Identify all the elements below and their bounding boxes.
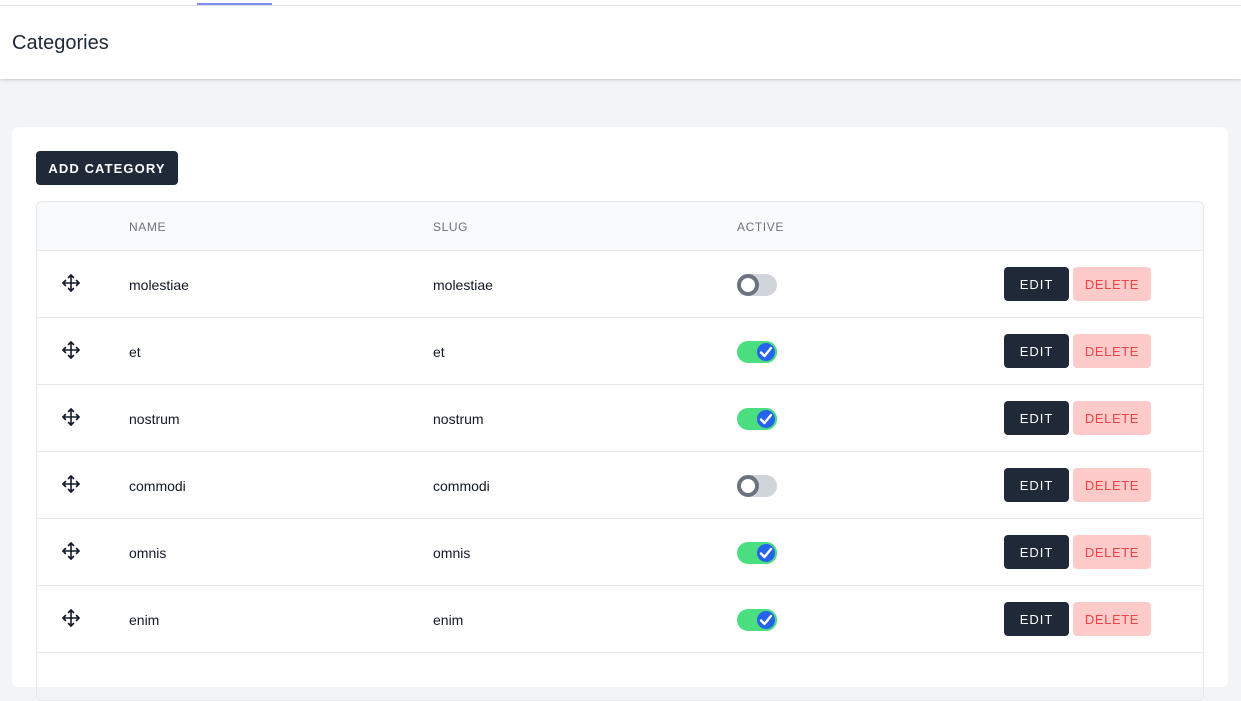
delete-button[interactable]: DELETE bbox=[1073, 267, 1151, 301]
category-name: et bbox=[129, 344, 141, 360]
drag-handle-icon[interactable] bbox=[61, 340, 81, 360]
edit-button[interactable]: EDIT bbox=[1004, 468, 1069, 502]
categories-table: NAME SLUG ACTIVE molestiae molestiae EDIT D… bbox=[36, 201, 1204, 701]
drag-handle-icon[interactable] bbox=[61, 474, 81, 494]
table-row: enim enim EDIT DELETE bbox=[37, 586, 1203, 653]
active-toggle[interactable] bbox=[737, 609, 777, 631]
active-toggle[interactable] bbox=[737, 341, 777, 363]
category-name: omnis bbox=[129, 545, 167, 561]
category-name: nostrum bbox=[129, 411, 180, 427]
drag-handle-icon[interactable] bbox=[61, 273, 81, 293]
edit-button[interactable]: EDIT bbox=[1004, 334, 1069, 368]
table-row: omnis omnis EDIT DELETE bbox=[37, 519, 1203, 586]
page-header: Categories bbox=[0, 6, 1241, 79]
edit-button[interactable]: EDIT bbox=[1004, 267, 1069, 301]
column-header-active: ACTIVE bbox=[737, 220, 784, 234]
category-slug: et bbox=[433, 344, 445, 360]
category-slug: omnis bbox=[433, 545, 471, 561]
column-header-slug: SLUG bbox=[433, 220, 469, 234]
category-name: commodi bbox=[129, 478, 186, 494]
active-toggle[interactable] bbox=[737, 408, 777, 430]
toggle-knob bbox=[755, 408, 777, 430]
column-header-name: NAME bbox=[129, 220, 167, 234]
category-slug: commodi bbox=[433, 478, 490, 494]
edit-button[interactable]: EDIT bbox=[1004, 602, 1069, 636]
delete-button[interactable]: DELETE bbox=[1073, 468, 1151, 502]
delete-button[interactable]: DELETE bbox=[1073, 334, 1151, 368]
active-toggle[interactable] bbox=[737, 475, 777, 497]
table-row: nostrum nostrum EDIT DELETE bbox=[37, 385, 1203, 452]
delete-button[interactable]: DELETE bbox=[1073, 535, 1151, 569]
drag-handle-icon[interactable] bbox=[61, 407, 81, 427]
category-name: molestiae bbox=[129, 277, 189, 293]
edit-button[interactable]: EDIT bbox=[1004, 535, 1069, 569]
table-row: et et EDIT DELETE bbox=[37, 318, 1203, 385]
toggle-knob bbox=[737, 475, 759, 497]
active-nav-indicator bbox=[197, 3, 272, 5]
table-row: molestiae molestiae EDIT DELETE bbox=[37, 251, 1203, 318]
toggle-knob bbox=[737, 274, 759, 296]
drag-handle-icon[interactable] bbox=[61, 541, 81, 561]
active-toggle[interactable] bbox=[737, 542, 777, 564]
delete-button[interactable]: DELETE bbox=[1073, 401, 1151, 435]
categories-card: ADD CATEGORY NAME SLUG ACTIVE molestiae m… bbox=[12, 127, 1228, 701]
category-name: enim bbox=[129, 612, 160, 628]
toggle-knob bbox=[755, 542, 777, 564]
add-category-button[interactable]: ADD CATEGORY bbox=[36, 151, 178, 185]
toggle-knob bbox=[755, 609, 777, 631]
toggle-knob bbox=[755, 341, 777, 363]
page-title: Categories bbox=[12, 32, 109, 54]
table-header: NAME SLUG ACTIVE bbox=[37, 202, 1203, 251]
active-toggle[interactable] bbox=[737, 274, 777, 296]
category-slug: enim bbox=[433, 612, 464, 628]
drag-handle-icon[interactable] bbox=[61, 608, 81, 628]
edit-button[interactable]: EDIT bbox=[1004, 401, 1069, 435]
category-slug: nostrum bbox=[433, 411, 484, 427]
category-slug: molestiae bbox=[433, 277, 493, 293]
delete-button[interactable]: DELETE bbox=[1073, 602, 1151, 636]
table-row: commodi commodi EDIT DELETE bbox=[37, 452, 1203, 519]
